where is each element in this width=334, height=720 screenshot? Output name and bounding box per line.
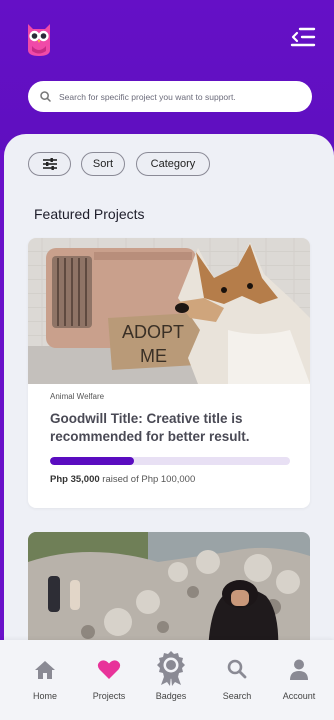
home-icon <box>35 661 55 679</box>
nav-label: Home <box>32 691 57 701</box>
nav-label: Search <box>222 691 252 701</box>
menu-collapse-icon[interactable] <box>290 26 316 48</box>
heart-icon <box>97 660 121 679</box>
project-category: Animal Welfare <box>50 392 105 401</box>
project-card[interactable]: ADOPT ME Animal Welfare Goodwill Title: … <box>28 238 310 508</box>
nav-label: Projects <box>92 691 126 701</box>
project-image-dog: ADOPT ME <box>28 238 310 384</box>
nav-item-search[interactable]: Search <box>207 640 267 720</box>
nav-item-badges[interactable]: Badges <box>141 640 201 720</box>
svg-text:ME: ME <box>140 346 167 366</box>
nav-item-projects[interactable]: Projects <box>79 640 139 720</box>
project-card[interactable] <box>28 532 310 652</box>
progress-bar <box>50 457 290 465</box>
project-image-landfill <box>28 532 310 652</box>
progress-fill <box>50 457 134 465</box>
raised-amount: Php 35,000 <box>50 474 100 485</box>
project-title[interactable]: Goodwill Title: Creative title is recomm… <box>50 410 290 446</box>
raised-text: Php 35,000 raised of Php 100,000 <box>50 474 195 485</box>
search-icon <box>227 659 247 679</box>
category-button[interactable]: Category <box>136 152 210 176</box>
bottom-nav: Home Projects Badges Search Account <box>0 640 334 720</box>
nav-label: Account <box>282 691 316 701</box>
search-input[interactable] <box>59 91 299 102</box>
search-icon <box>40 91 51 102</box>
filter-button[interactable] <box>28 152 71 176</box>
raised-suffix: raised of Php 100,000 <box>102 474 196 485</box>
badge-icon <box>157 651 185 686</box>
app-header <box>0 0 334 150</box>
nav-item-home[interactable]: Home <box>15 640 75 720</box>
search-bar[interactable] <box>28 81 312 112</box>
section-title: Featured Projects <box>34 206 145 222</box>
svg-text:ADOPT: ADOPT <box>122 322 184 342</box>
nav-label: Badges <box>155 691 187 701</box>
owl-logo-icon[interactable] <box>24 20 54 58</box>
sliders-icon <box>42 158 57 170</box>
sort-button[interactable]: Sort <box>81 152 125 176</box>
user-icon <box>290 659 308 680</box>
nav-item-account[interactable]: Account <box>269 640 329 720</box>
